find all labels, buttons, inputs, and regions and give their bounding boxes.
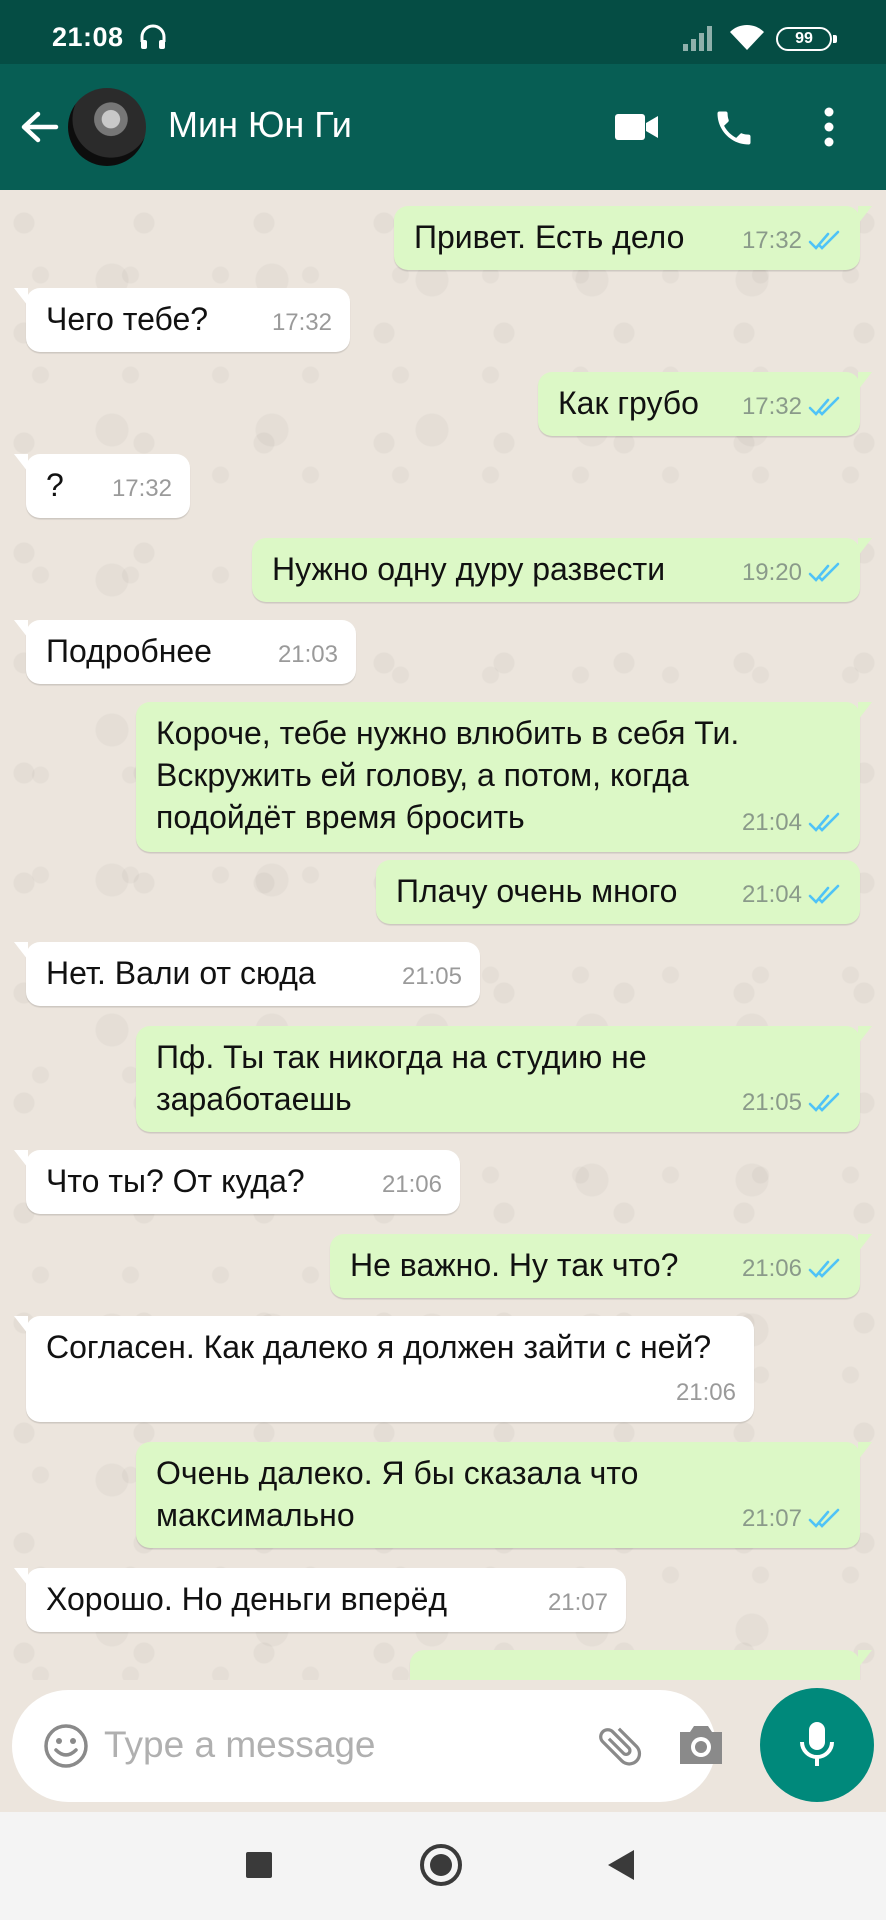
message-outgoing[interactable]: Пф. Ты так никогда на студию не заработа…: [136, 1026, 872, 1132]
message-text: Короче, тебе нужно влюбить в себя Ти. Вс…: [156, 715, 749, 835]
message-outgoing[interactable]: Нужно одну дуру развести 19:20: [252, 538, 872, 602]
chat-header: Мин Юн Ги: [0, 64, 886, 190]
message-text: Очень далеко. Я бы сказала что максималь…: [156, 1455, 648, 1533]
message-time: 21:07: [547, 1589, 608, 1616]
message-text: Согласен. Как далеко я должен зайти с не…: [46, 1329, 712, 1365]
system-nav-bar: [0, 1812, 886, 1920]
message-incoming[interactable]: Подробнее 21:03: [14, 620, 356, 684]
message-outgoing[interactable]: Как грубо 17:32: [538, 372, 872, 436]
message-time: 17:32: [111, 475, 172, 502]
message-incoming[interactable]: ? 17:32: [14, 454, 190, 518]
phone-icon[interactable]: [712, 106, 756, 155]
message-time: 17:32: [741, 393, 802, 420]
read-ticks-icon: [808, 396, 840, 416]
message-incoming[interactable]: Чего тебе? 17:32: [14, 288, 350, 352]
message-input[interactable]: Type a message: [104, 1724, 375, 1766]
camera-icon[interactable]: [676, 1722, 726, 1773]
nav-back-icon[interactable]: [608, 1850, 634, 1880]
message-time: 21:04: [741, 881, 802, 908]
read-ticks-icon: [808, 884, 840, 904]
read-ticks-icon: [808, 1258, 840, 1278]
back-arrow-icon[interactable]: [18, 106, 60, 153]
message-time: 19:20: [741, 559, 802, 586]
contact-name[interactable]: Мин Юн Ги: [168, 104, 352, 146]
message-outgoing[interactable]: Плачу очень много 21:04: [376, 860, 860, 924]
video-call-icon[interactable]: [614, 112, 660, 147]
attach-icon[interactable]: [594, 1720, 646, 1777]
message-outgoing-partial[interactable]: [410, 1650, 872, 1680]
message-text: Пф. Ты так никогда на студию не заработа…: [156, 1039, 656, 1117]
read-ticks-icon: [808, 230, 840, 250]
message-time: 21:06: [741, 1255, 802, 1282]
contact-avatar[interactable]: [68, 88, 146, 166]
signal-icon: [682, 24, 716, 57]
read-ticks-icon: [808, 1092, 840, 1112]
message-time: 21:05: [741, 1089, 802, 1116]
home-icon[interactable]: [420, 1844, 462, 1886]
message-input-bar[interactable]: Type a message: [12, 1690, 722, 1802]
mic-button[interactable]: [760, 1688, 874, 1802]
emoji-icon[interactable]: [42, 1722, 90, 1775]
message-outgoing[interactable]: Короче, тебе нужно влюбить в себя Ти. Вс…: [136, 702, 872, 852]
read-ticks-icon: [808, 562, 840, 582]
chat-area[interactable]: Привет. Есть дело 17:32 Чего тебе? 17:32…: [0, 190, 886, 1680]
message-outgoing[interactable]: Не важно. Ну так что? 21:06: [330, 1234, 872, 1298]
message-outgoing[interactable]: Привет. Есть дело 17:32: [394, 206, 872, 270]
message-incoming[interactable]: Что ты? От куда? 21:06: [14, 1150, 460, 1214]
status-time: 21:08: [52, 22, 124, 52]
headphones-icon: [138, 22, 168, 57]
message-time: 17:32: [741, 227, 802, 254]
message-time: 21:03: [277, 641, 338, 668]
message-outgoing[interactable]: Очень далеко. Я бы сказала что максималь…: [136, 1442, 872, 1548]
wifi-icon: [728, 22, 766, 57]
message-text: Хорошо. Но деньги вперёд: [46, 1581, 448, 1617]
mic-icon: [800, 1722, 834, 1766]
more-vert-icon[interactable]: [822, 106, 836, 153]
message-time: 21:07: [741, 1505, 802, 1532]
recents-icon[interactable]: [246, 1852, 272, 1878]
read-ticks-icon: [808, 812, 840, 832]
message-incoming[interactable]: Нет. Вали от сюда 21:05: [14, 942, 480, 1006]
status-bar: 21:08 99: [0, 0, 886, 64]
message-text: Нет. Вали от сюда: [46, 955, 316, 991]
read-ticks-icon: [808, 1508, 840, 1528]
message-time: 21:06: [675, 1379, 736, 1406]
message-text: Что ты? От куда?: [46, 1163, 305, 1199]
message-incoming[interactable]: Хорошо. Но деньги вперёд 21:07: [14, 1568, 626, 1632]
message-incoming[interactable]: Согласен. Как далеко я должен зайти с не…: [14, 1316, 754, 1422]
message-time: 17:32: [271, 309, 332, 336]
message-time: 21:05: [401, 963, 462, 990]
message-time: 21:06: [381, 1171, 442, 1198]
message-time: 21:04: [741, 809, 802, 836]
battery-icon: 99: [776, 27, 837, 51]
